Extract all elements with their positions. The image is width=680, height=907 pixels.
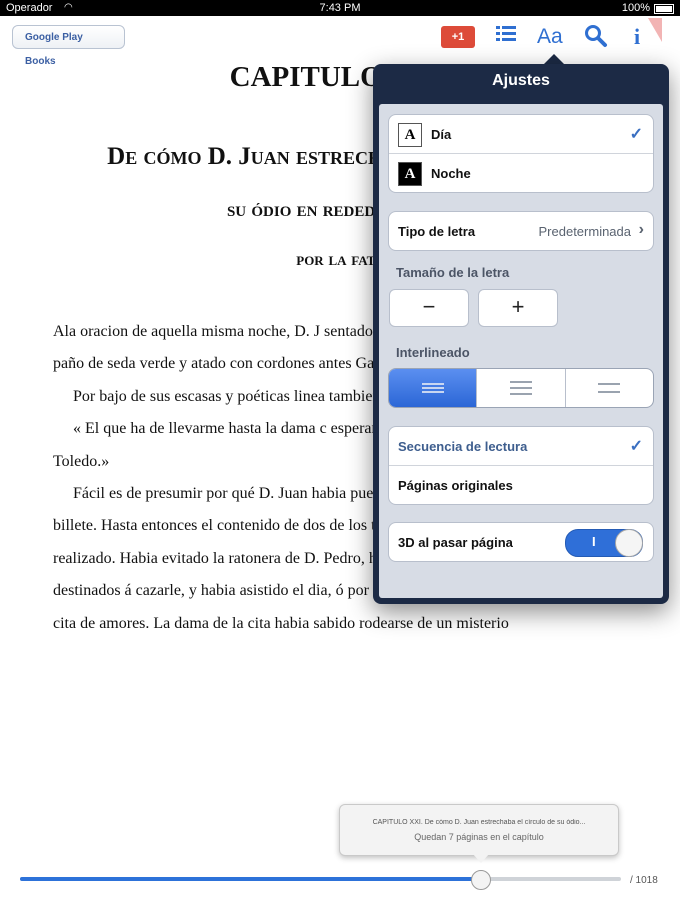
font-type-value: Predeterminada xyxy=(538,224,632,239)
page-turn-3d-label: 3D al pasar página xyxy=(398,535,513,550)
line-spacing-wide-option[interactable] xyxy=(566,369,653,407)
checkmark-icon: ✓ xyxy=(629,126,643,143)
battery-level: 100% xyxy=(621,2,650,14)
tooltip-arrow xyxy=(472,853,490,863)
theme-label: Día xyxy=(431,127,452,142)
font-type-label: Tipo de letra xyxy=(398,224,476,239)
settings-panel: A Día ✓ A Noche Tipo de letra Predetermi… xyxy=(379,104,663,598)
reading-mode-label: Secuencia de lectura xyxy=(398,439,528,454)
page-slider-fill xyxy=(20,877,480,881)
decrease-font-size-button[interactable]: − xyxy=(389,289,469,327)
line-spacing-compact-option[interactable] xyxy=(389,369,478,407)
line-spacing-control xyxy=(388,368,654,408)
toggle-on-mark: I xyxy=(592,534,596,549)
search-graphic xyxy=(585,25,607,47)
font-settings-icon[interactable]: Aa xyxy=(537,24,563,50)
gplus-label: +1 xyxy=(451,31,465,43)
bookmark-corner-icon[interactable] xyxy=(648,18,662,42)
reading-mode-original-pages[interactable]: Páginas originales xyxy=(389,466,653,504)
settings-popover: Ajustes A Día ✓ A Noche Tipo de letra Pr… xyxy=(373,64,669,604)
light-theme-swatch-icon: A xyxy=(398,123,422,147)
chevron-right-icon: › xyxy=(638,221,644,238)
theme-label: Noche xyxy=(431,166,471,181)
reading-mode-flowing[interactable]: Secuencia de lectura ✓ xyxy=(389,427,653,466)
search-icon[interactable] xyxy=(584,24,608,54)
clock: 7:43 PM xyxy=(319,2,361,14)
google-plus-one-button[interactable]: +1 xyxy=(441,26,475,48)
normal-lines-icon xyxy=(509,381,532,395)
popover-title: Ajustes xyxy=(492,72,550,89)
line-spacing-label: Interlineado xyxy=(396,345,470,360)
battery-icon xyxy=(654,4,674,14)
reading-mode-group: Secuencia de lectura ✓ Páginas originale… xyxy=(388,426,654,505)
contents-list-graphic xyxy=(496,26,516,41)
theme-option-night[interactable]: A Noche xyxy=(389,154,653,192)
status-bar: Operador ◠ 7:43 PM 100% xyxy=(0,0,680,16)
increase-font-size-button[interactable]: + xyxy=(478,289,558,327)
contents-list-icon[interactable] xyxy=(496,24,518,50)
tooltip-chapter-title: CAPITULO XXI. De cómo D. Juan estrechaba… xyxy=(372,819,586,826)
toggle-knob[interactable] xyxy=(615,529,643,557)
line-spacing-normal-option[interactable] xyxy=(477,369,566,407)
info-icon[interactable]: i xyxy=(634,24,640,50)
font-size-label: Tamaño de la letra xyxy=(396,265,510,280)
font-type-group: Tipo de letra Predeterminada › xyxy=(388,211,654,251)
page-turn-group: 3D al pasar página I xyxy=(388,522,654,562)
back-to-library-button[interactable]: Google Play Books xyxy=(12,25,125,67)
total-pages: / 1018 xyxy=(630,875,658,886)
wide-lines-icon xyxy=(598,383,621,393)
chapter-progress-tooltip: CAPITULO XXI. De cómo D. Juan estrechaba… xyxy=(339,804,619,856)
theme-option-day[interactable]: A Día ✓ xyxy=(389,115,653,154)
page-turn-3d-toggle[interactable]: I xyxy=(565,529,643,557)
page-slider-knob[interactable] xyxy=(470,870,491,890)
checkmark-icon: ✓ xyxy=(629,438,643,455)
reading-mode-label: Páginas originales xyxy=(398,478,513,493)
theme-group: A Día ✓ A Noche xyxy=(388,114,654,193)
compact-lines-icon xyxy=(421,383,444,393)
page-turn-3d-row: 3D al pasar página I xyxy=(389,523,653,561)
page-slider-track[interactable] xyxy=(20,877,621,881)
tooltip-pages-remaining: Quedan 7 páginas en el capítulo xyxy=(414,832,544,842)
dark-theme-swatch-icon: A xyxy=(398,162,422,186)
font-type-row[interactable]: Tipo de letra Predeterminada › xyxy=(389,212,653,250)
